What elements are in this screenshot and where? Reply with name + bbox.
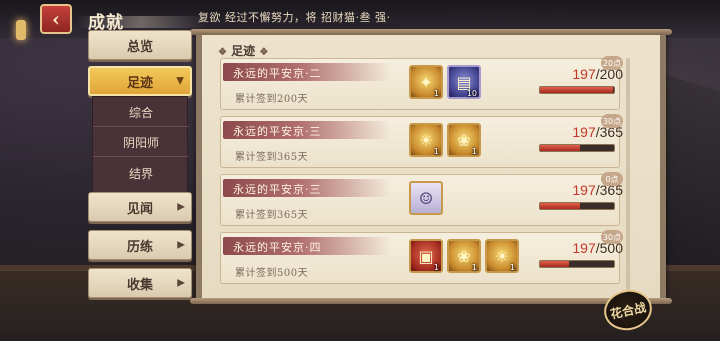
achievement-row: 永远的平安京·四 累计签到500天 ▣ 1 ❀ 1 ☀ 1 197/500 30点 (220, 230, 623, 284)
progress-current: 197 (572, 240, 596, 256)
lantern-icon (16, 20, 26, 40)
achievement-title: 永远的平安京·三 (233, 183, 322, 196)
sub-item-realm[interactable]: 结界 (93, 159, 189, 187)
reward-qty: 1 (471, 263, 477, 272)
sub-item-label: 结界 (128, 166, 153, 181)
marquee-text: 复欲 经过不懈努力，将 招财猫·叁 强· (198, 11, 391, 24)
sub-item-label: 阴阳师 (122, 136, 159, 150)
blue-talisman-icon[interactable]: ▤ 10 (447, 65, 481, 99)
sidebar-item-label: 见闻 (126, 201, 153, 217)
sidebar-item-collection[interactable]: 收集 ▶ (88, 268, 192, 298)
reward-qty: 1 (509, 263, 515, 272)
red-gift-box-icon[interactable]: ▣ 1 (409, 239, 443, 273)
list-scrollbar[interactable] (626, 58, 630, 290)
scroll-rod-top (190, 29, 672, 35)
points-badge: 30点 (601, 114, 623, 128)
achievement-title: 永远的平安京·二 (233, 67, 322, 80)
sub-item-label: 综合 (128, 106, 153, 120)
sidebar-item-label: 总览 (126, 39, 153, 55)
chevron-left-icon: ‹ (52, 7, 60, 31)
sidebar-item-label: 足迹 (126, 75, 153, 91)
reward-qty: 1 (433, 147, 439, 156)
progress-bar (539, 144, 615, 152)
coin-star-icon[interactable]: ✦ 1 (409, 65, 443, 99)
diamond-icon: ❖ (259, 47, 269, 58)
sidebar-item-experience[interactable]: 历练 ▶ (88, 230, 192, 260)
sidebar-item-label: 历练 (126, 239, 153, 255)
sun-token-icon[interactable]: ☀ 1 (485, 239, 519, 273)
back-button[interactable]: ‹ (40, 4, 72, 34)
sidebar-item-footprints[interactable]: 足迹 ▼ (88, 66, 192, 96)
emblem-label: 花合战 (609, 299, 648, 322)
chevron-right-icon: ▶ (177, 201, 185, 213)
scroll-rod-bottom (190, 298, 672, 304)
points-badge: 20点 (601, 56, 623, 70)
section-title: 足迹 (231, 44, 256, 58)
progress-fill (540, 261, 570, 267)
sidebar-item-insights[interactable]: 见闻 ▶ (88, 192, 192, 222)
chevron-down-icon: ▼ (176, 75, 184, 87)
progress-fill (540, 87, 613, 93)
achievement-desc: 累计签到365天 (235, 210, 309, 221)
achievement-row: 永远的平安京·三 累计签到365天 ☺ 197/365 0点 (220, 172, 623, 226)
reward-qty: 1 (471, 147, 477, 156)
chevron-right-icon: ▶ (177, 277, 185, 289)
progress-bar (539, 202, 615, 210)
progress-current: 197 (572, 124, 596, 140)
progress-bar (539, 260, 615, 268)
points-badge: 0点 (601, 172, 623, 186)
sidebar-item-overview[interactable]: 总览 (88, 30, 192, 60)
achievement-title: 永远的平安京·三 (233, 125, 322, 138)
ssr-cat-icon[interactable]: ❀ 1 (447, 123, 481, 157)
achievement-row: 永远的平安京·三 累计签到365天 ☀ 1 ❀ 1 197/365 30点 (220, 114, 623, 168)
achievement-title: 永远的平安京·四 (233, 241, 322, 254)
reward-qty: 1 (433, 263, 439, 272)
achievement-row: 永远的平安京·二 累计签到200天 ✦ 1 ▤ 10 197/200 20点 (220, 56, 623, 110)
sub-item-general[interactable]: 综合 (93, 99, 189, 127)
white-hair-character-icon[interactable]: ☺ (409, 181, 443, 215)
progress-bar (539, 86, 615, 94)
sidebar-item-label: 收集 (126, 277, 153, 293)
achievement-desc: 累计签到500天 (235, 268, 309, 279)
achievement-desc: 累计签到200天 (235, 94, 309, 105)
reward-qty: 10 (466, 89, 477, 98)
section-header: ❖ 足迹 ❖ (218, 42, 268, 59)
fortune-cat-icon[interactable]: ❀ 1 (447, 239, 481, 273)
chevron-right-icon: ▶ (177, 239, 185, 251)
progress-current: 197 (572, 66, 596, 82)
progress-fill (540, 203, 580, 209)
reward-qty: 1 (433, 89, 439, 98)
sub-item-onmyoji[interactable]: 阴阳师 (93, 129, 189, 157)
diamond-icon: ❖ (218, 47, 227, 58)
points-badge: 30点 (601, 230, 623, 244)
progress-current: 197 (572, 182, 596, 198)
sun-token-icon[interactable]: ☀ 1 (409, 123, 443, 157)
achievement-desc: 累计签到365天 (235, 152, 309, 163)
progress-fill (540, 145, 580, 151)
